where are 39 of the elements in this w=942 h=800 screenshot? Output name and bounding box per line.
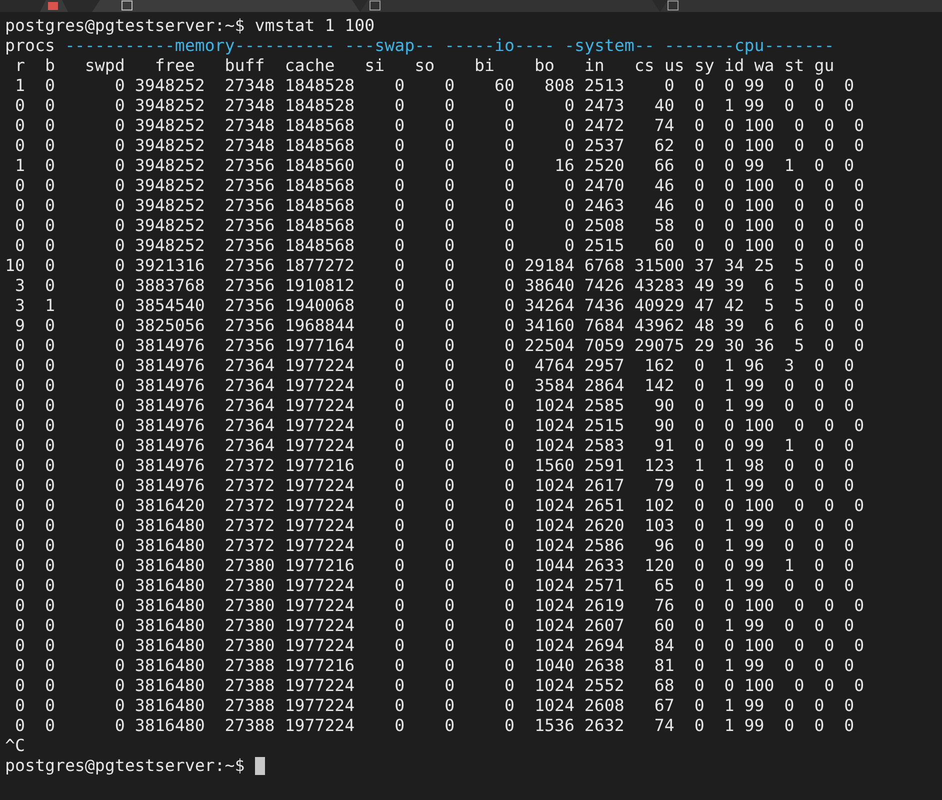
terminal-line: 0 0 0 3816480 27388 1977224 0 0 0 1024 2608 67 0 1 99 0 0 0 [14,696,854,716]
terminal-line: 0 0 0 3948252 27356 1848568 0 0 0 0 2508 58 0 0 100 0 0 0 [14,216,864,236]
terminal-line: procs -----------memory---------- ---swap-- -----io---- -system-- -------cpu------- [5,36,834,56]
terminal-line: 0 0 0 3814976 27372 1977224 0 0 0 1024 2617 79 0 1 99 0 0 0 [14,476,854,496]
terminal-line: 0 0 0 3814976 27364 1977224 0 0 0 3584 2864 142 0 1 99 0 0 0 [14,376,854,396]
terminal-line: 0 0 0 3948252 27356 1848568 0 0 0 0 2463 46 0 0 100 0 0 0 [14,196,864,216]
terminal-line: 0 0 0 3948252 27356 1848568 0 0 0 0 2470 46 0 0 100 0 0 0 [14,176,864,196]
terminal-line: 0 0 0 3816480 27380 1977224 0 0 0 1024 2607 60 0 1 99 0 0 0 [14,616,854,636]
terminal-line: 0 0 0 3816480 27372 1977224 0 0 0 1024 2586 96 0 1 99 0 0 0 [14,536,854,556]
terminal-line: 0 0 0 3816480 27372 1977224 0 0 0 1024 2620 103 0 1 99 0 0 0 [14,516,854,536]
terminal-line: 0 0 0 3814976 27356 1977164 0 0 0 22504 7059 29075 29 30 36 5 0 0 [14,336,864,356]
terminal-line: ^C [5,736,25,756]
cursor [254,757,265,775]
terminal-line: postgres@pgtestserver:~$ [5,756,245,776]
terminal-line: 0 0 0 3816480 27388 1977224 0 0 0 1536 2632 74 0 1 99 0 0 0 [14,716,854,736]
terminal-line: 0 0 0 3948252 27356 1848568 0 0 0 0 2515 60 0 0 100 0 0 0 [14,236,864,256]
terminal-line: 0 0 0 3814976 27364 1977224 0 0 0 4764 2957 162 0 1 96 3 0 0 [14,356,854,376]
terminal-line: 0 0 0 3816480 27380 1977216 0 0 0 1044 2633 120 0 0 99 1 0 0 [14,556,854,576]
terminal-line: postgres@pgtestserver:~$ vmstat 1 100 [5,16,375,36]
terminal-line: 0 0 0 3816480 27388 1977224 0 0 0 1024 2552 68 0 0 100 0 0 0 [14,676,864,696]
terminal-line: 0 0 0 3814976 27364 1977224 0 0 0 1024 2515 90 0 0 100 0 0 0 [14,416,864,436]
terminal-line: 3 1 0 3854540 27356 1940068 0 0 0 34264 7436 40929 47 42 5 5 0 0 [14,296,864,316]
terminal-line: 0 0 0 3816480 27388 1977216 0 0 0 1040 2638 81 0 1 99 0 0 0 [14,656,854,676]
terminal-line: 0 0 0 3814976 27364 1977224 0 0 0 1024 2583 91 0 0 99 1 0 0 [14,436,854,456]
terminal-line: 0 0 0 3816480 27380 1977224 0 0 0 1024 2619 76 0 0 100 0 0 0 [14,596,864,616]
terminal-line: 0 0 0 3814976 27372 1977216 0 0 0 1560 2591 123 1 1 98 0 0 0 [14,456,854,476]
terminal-line: r b swpd free buff cache si so bi bo in cs us sy id wa st gu [14,56,834,76]
terminal-line: 0 0 0 3816420 27372 1977224 0 0 0 1024 2651 102 0 0 100 0 0 0 [14,496,864,516]
terminal-line: 0 0 0 3816480 27380 1977224 0 0 0 1024 2571 65 0 1 99 0 0 0 [14,576,854,596]
terminal-line: 0 0 0 3816480 27380 1977224 0 0 0 1024 2694 84 0 0 100 0 0 0 [14,636,864,656]
terminal-line: 0 0 0 3814976 27364 1977224 0 0 0 1024 2585 90 0 1 99 0 0 0 [14,396,854,416]
terminal-line: 9 0 0 3825056 27356 1968844 0 0 0 34160 7684 43962 48 39 6 6 0 0 [14,316,864,336]
terminal-line: 1 0 0 3948252 27356 1848560 0 0 0 16 2520 66 0 0 99 1 0 0 [14,156,854,176]
terminal-line: 0 0 0 3948252 27348 1848568 0 0 0 0 2537 62 0 0 100 0 0 0 [14,136,864,156]
terminal-line: 3 0 0 3883768 27356 1910812 0 0 0 38640 7426 43283 49 39 6 5 0 0 [14,276,864,296]
terminal-line: 0 0 0 3948252 27348 1848528 0 0 0 0 2473 40 0 1 99 0 0 0 [14,96,854,116]
terminal-line: 0 0 0 3948252 27348 1848568 0 0 0 0 2472 74 0 0 100 0 0 0 [14,116,864,136]
terminal-line: 1 0 0 3948252 27348 1848528 0 0 60 808 2513 0 0 0 99 0 0 0 [14,76,854,96]
terminal-line: 10 0 0 3921316 27356 1877272 0 0 0 29184 6768 31500 37 34 25 5 0 0 [5,256,864,276]
